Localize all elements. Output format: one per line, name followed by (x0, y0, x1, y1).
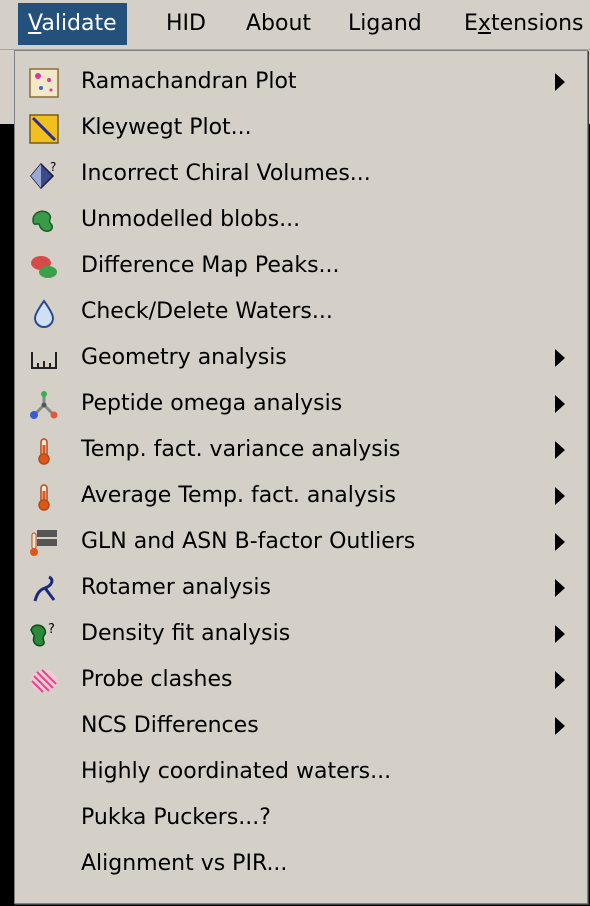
menu-item-ncs-differences[interactable]: NCS Differences (15, 703, 587, 749)
menu-item-label: Temp. fact. variance analysis (81, 437, 401, 462)
probe-clash-icon (29, 666, 59, 696)
menu-item-label: Pukka Puckers...? (81, 805, 271, 830)
thermometer-icon (29, 436, 59, 466)
menu-item-label: Ramachandran Plot (81, 69, 297, 94)
menu-item-label: Check/Delete Waters... (81, 299, 333, 324)
ramachandran-plot-icon (29, 68, 59, 98)
menu-item-unmodelled-blobs[interactable]: Unmodelled blobs... (15, 197, 587, 243)
menu-extensions-prefix: E (464, 11, 478, 36)
menu-item-label: Highly coordinated waters... (81, 759, 392, 784)
menu-item-label: Rotamer analysis (81, 575, 271, 600)
menu-item-label: Probe clashes (81, 667, 233, 692)
menu-item-label: NCS Differences (81, 713, 259, 738)
menu-item-label: Geometry analysis (81, 345, 287, 370)
menu-item-density-fit-analysis[interactable]: ? Density fit analysis (15, 611, 587, 657)
thermometer-icon (29, 482, 59, 512)
menu-item-geometry-analysis[interactable]: Geometry analysis (15, 335, 587, 381)
menu-item-probe-clashes[interactable]: Probe clashes (15, 657, 587, 703)
svg-text:?: ? (50, 160, 56, 174)
ruler-icon (29, 344, 59, 374)
menu-item-ramachandran-plot[interactable]: Ramachandran Plot (15, 59, 587, 105)
menu-extensions-rest: tensions (490, 11, 584, 36)
submenu-arrow-icon (555, 441, 565, 459)
menu-validate[interactable]: Validate (18, 3, 127, 45)
menu-item-highly-coordinated-waters[interactable]: Highly coordinated waters... (15, 749, 587, 795)
menu-item-check-delete-waters[interactable]: Check/Delete Waters... (15, 289, 587, 335)
density-fit-icon: ? (29, 620, 59, 650)
menu-item-label: Alignment vs PIR... (81, 851, 288, 876)
rotamer-icon (29, 574, 59, 604)
gln-asn-icon (29, 528, 59, 558)
validate-dropdown-menu: Ramachandran Plot Kleywegt Plot... ? Inc… (14, 50, 588, 904)
menu-item-rotamer-analysis[interactable]: Rotamer analysis (15, 565, 587, 611)
kleywegt-plot-icon (29, 114, 59, 144)
difference-map-icon (29, 252, 59, 282)
blob-icon (29, 206, 59, 236)
menu-item-pukka-puckers[interactable]: Pukka Puckers...? (15, 795, 587, 841)
submenu-arrow-icon (555, 579, 565, 597)
menu-item-difference-map-peaks[interactable]: Difference Map Peaks... (15, 243, 587, 289)
menu-item-label: Average Temp. fact. analysis (81, 483, 396, 508)
menu-item-peptide-omega-analysis[interactable]: Peptide omega analysis (15, 381, 587, 427)
submenu-arrow-icon (555, 671, 565, 689)
menu-item-gln-asn-b-factor-outliers[interactable]: GLN and ASN B-factor Outliers (15, 519, 587, 565)
submenu-arrow-icon (555, 625, 565, 643)
menu-validate-rest: alidate (41, 11, 117, 36)
menu-item-label: Density fit analysis (81, 621, 291, 646)
menu-item-alignment-vs-pir[interactable]: Alignment vs PIR... (15, 841, 587, 887)
menu-validate-accel: V (28, 11, 42, 36)
submenu-arrow-icon (555, 487, 565, 505)
menu-bar: Validate HID About Ligand Extensions (0, 0, 590, 50)
chiral-volume-icon: ? (29, 160, 59, 190)
menu-item-kleywegt-plot[interactable]: Kleywegt Plot... (15, 105, 587, 151)
peptide-icon (29, 390, 59, 420)
menu-extensions[interactable]: Extensions (454, 3, 590, 45)
menu-item-label: Incorrect Chiral Volumes... (81, 161, 371, 186)
menu-item-incorrect-chiral-volumes[interactable]: ? Incorrect Chiral Volumes... (15, 151, 587, 197)
menu-item-average-temp-fact-analysis[interactable]: Average Temp. fact. analysis (15, 473, 587, 519)
water-drop-icon (29, 298, 59, 328)
submenu-arrow-icon (555, 717, 565, 735)
menu-ligand[interactable]: Ligand (338, 3, 432, 45)
menu-item-label: Kleywegt Plot... (81, 115, 252, 140)
menu-item-label: Difference Map Peaks... (81, 253, 340, 278)
menu-item-label: GLN and ASN B-factor Outliers (81, 529, 416, 554)
submenu-arrow-icon (555, 349, 565, 367)
submenu-arrow-icon (555, 533, 565, 551)
menu-extensions-accel: x (477, 11, 491, 36)
menu-hid[interactable]: HID (156, 3, 216, 45)
menu-item-temp-fact-variance-analysis[interactable]: Temp. fact. variance analysis (15, 427, 587, 473)
menu-item-label: Peptide omega analysis (81, 391, 343, 416)
menu-about[interactable]: About (236, 3, 321, 45)
submenu-arrow-icon (555, 395, 565, 413)
svg-text:?: ? (48, 622, 55, 637)
menu-item-label: Unmodelled blobs... (81, 207, 301, 232)
submenu-arrow-icon (555, 73, 565, 91)
